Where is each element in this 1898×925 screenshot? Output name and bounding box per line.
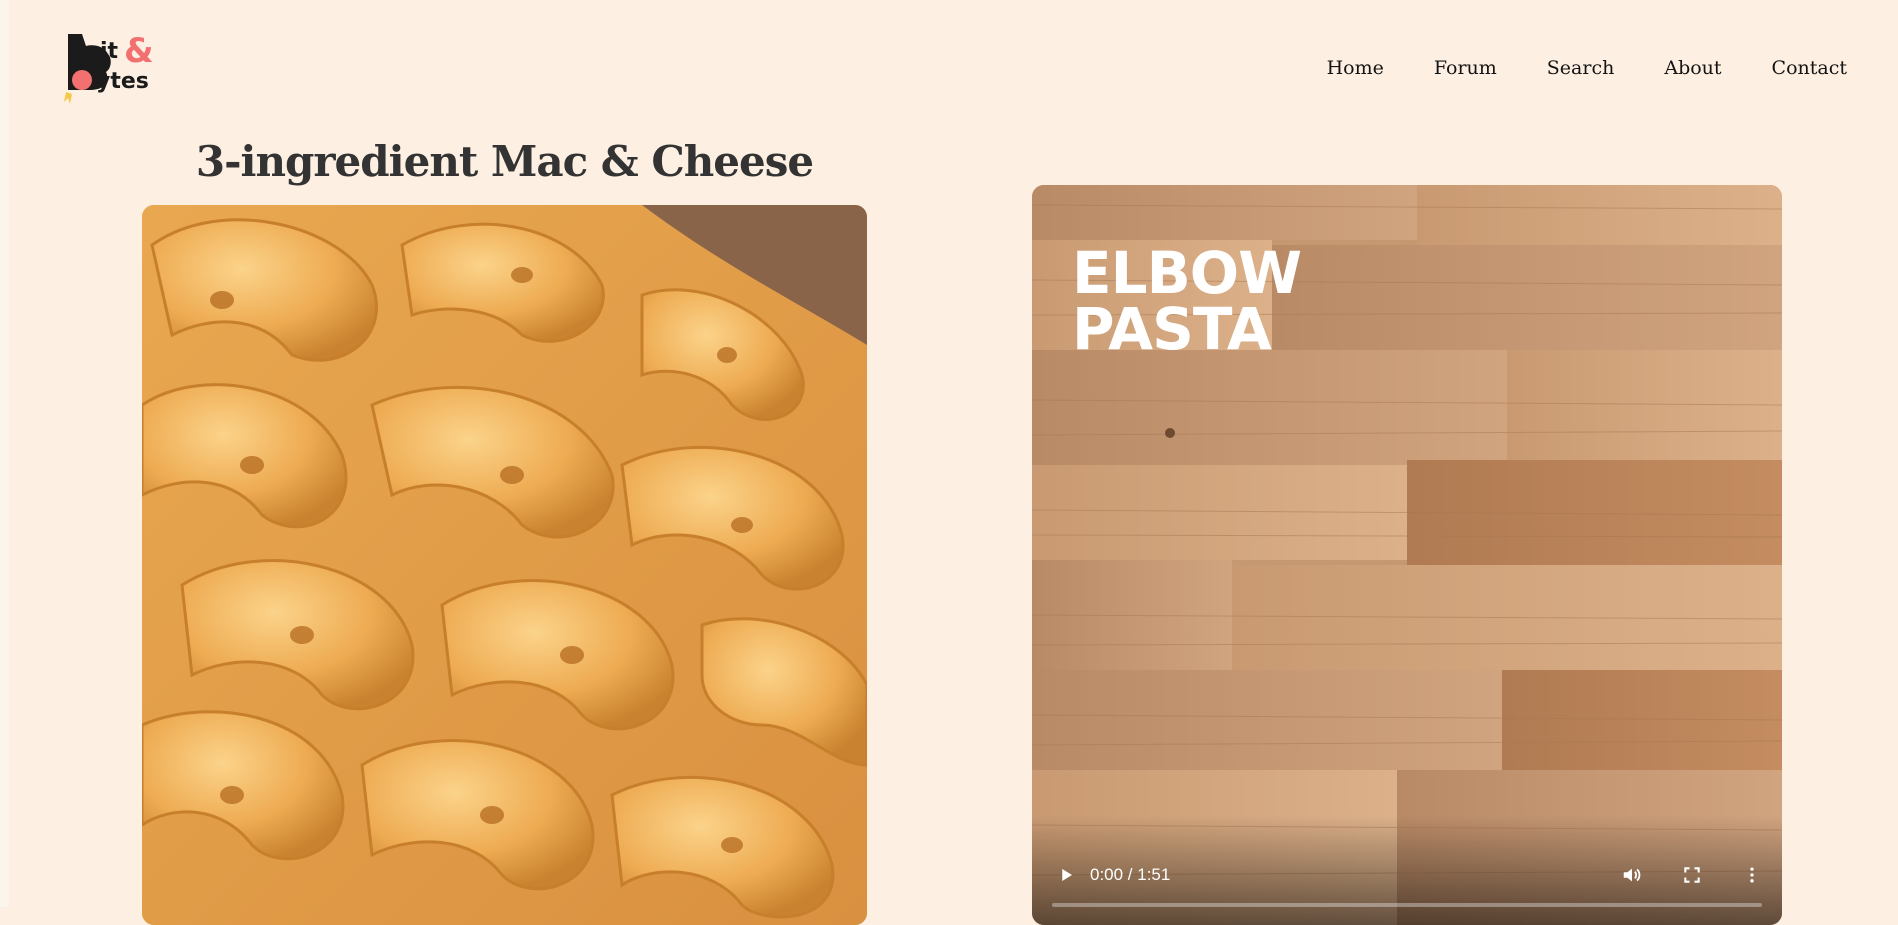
svg-text:ytes: ytes [96,69,149,94]
nav-home[interactable]: Home [1327,56,1384,80]
recipe-title: 3-ingredient Mac & Cheese [195,137,814,186]
page-left-edge [0,0,9,907]
caption-line-2: PASTA [1072,295,1272,363]
svg-text:it: it [100,39,119,64]
video-progress-bar[interactable] [1052,903,1762,907]
main-nav: Home Forum Search About Contact [1277,56,1847,80]
recipe-video-player[interactable]: ELBOW PASTA 0:00 / 1:51 [1032,185,1782,925]
logo-graphic: it & ytes [64,31,154,104]
nav-about[interactable]: About [1664,56,1721,80]
play-icon[interactable] [1054,863,1078,887]
video-time-display: 0:00 / 1:51 [1090,865,1171,884]
caption-line-1: ELBOW [1072,239,1302,307]
recipe-photo [142,205,867,925]
site-logo[interactable]: it & ytes [60,28,160,106]
nav-contact[interactable]: Contact [1772,56,1847,80]
video-overlay-caption: ELBOW PASTA [1072,239,1302,363]
svg-text:&: & [124,31,154,71]
video-controls: 0:00 / 1:51 [1032,860,1782,890]
more-vertical-icon[interactable] [1740,863,1764,887]
volume-icon[interactable] [1620,863,1644,887]
nav-forum[interactable]: Forum [1434,56,1497,80]
nav-search[interactable]: Search [1547,56,1615,80]
fullscreen-icon[interactable] [1680,863,1704,887]
mac-and-cheese-image [142,205,867,925]
